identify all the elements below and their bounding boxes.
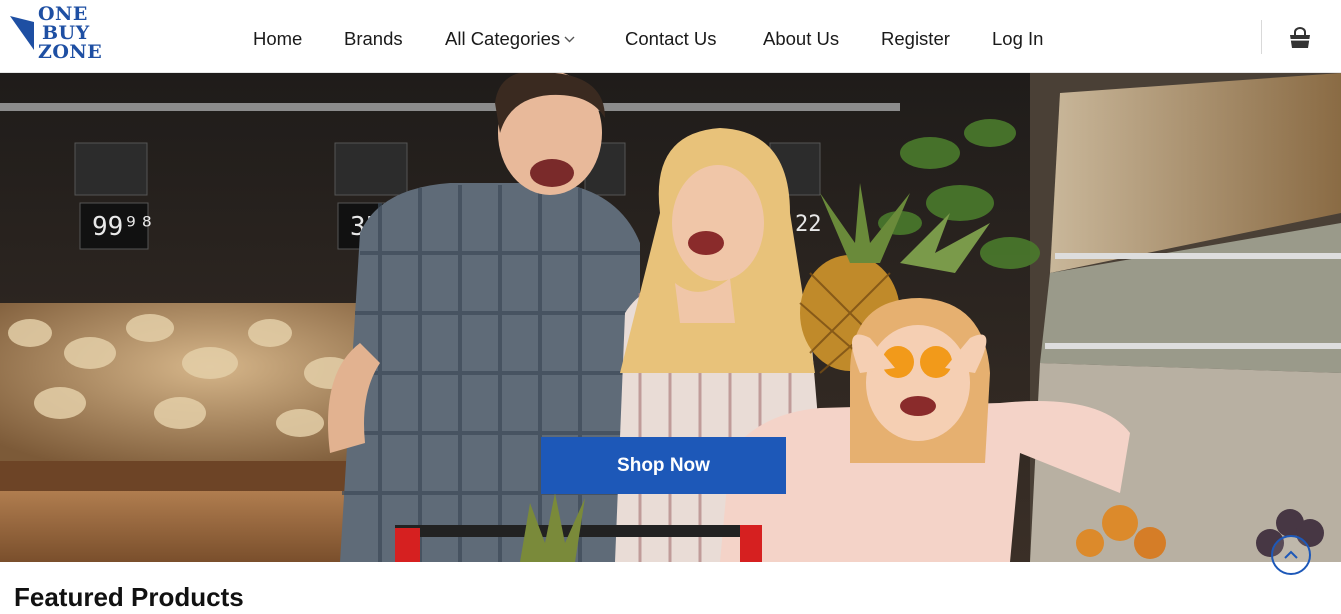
nav-home[interactable]: Home [253,26,302,52]
chevron-down-icon [564,36,575,43]
shopping-bag-icon[interactable] [1288,27,1312,49]
nav-all-categories[interactable]: All Categories [445,26,575,52]
nav-about-us[interactable]: About Us [763,26,839,52]
price-tag-4: 22 [795,212,822,237]
site-header: ONE BUY ZONE Home Brands All Categories … [0,0,1341,73]
chevron-up-icon [1284,550,1298,559]
header-divider [1261,20,1262,54]
nav-all-categories-label: All Categories [445,28,561,49]
featured-products-heading: Featured Products [14,582,244,612]
brand-logo[interactable]: ONE BUY ZONE [8,5,114,63]
logo-line-zone: ZONE [38,41,103,63]
logo-wordmark: ONE BUY ZONE [38,5,102,62]
nav-register[interactable]: Register [881,26,950,52]
nav-brands[interactable]: Brands [344,26,403,52]
shop-now-button[interactable]: Shop Now [541,437,786,494]
nav-log-in[interactable]: Log In [992,26,1043,52]
logo-arrow-icon [10,16,34,50]
hero-banner: 99⁹⁸ 35¹¹ 99 22 [0,73,1341,562]
nav-contact-us[interactable]: Contact Us [625,26,717,52]
scroll-to-top-button[interactable] [1271,535,1311,575]
price-tag-1: 99⁹⁸ [92,212,155,242]
